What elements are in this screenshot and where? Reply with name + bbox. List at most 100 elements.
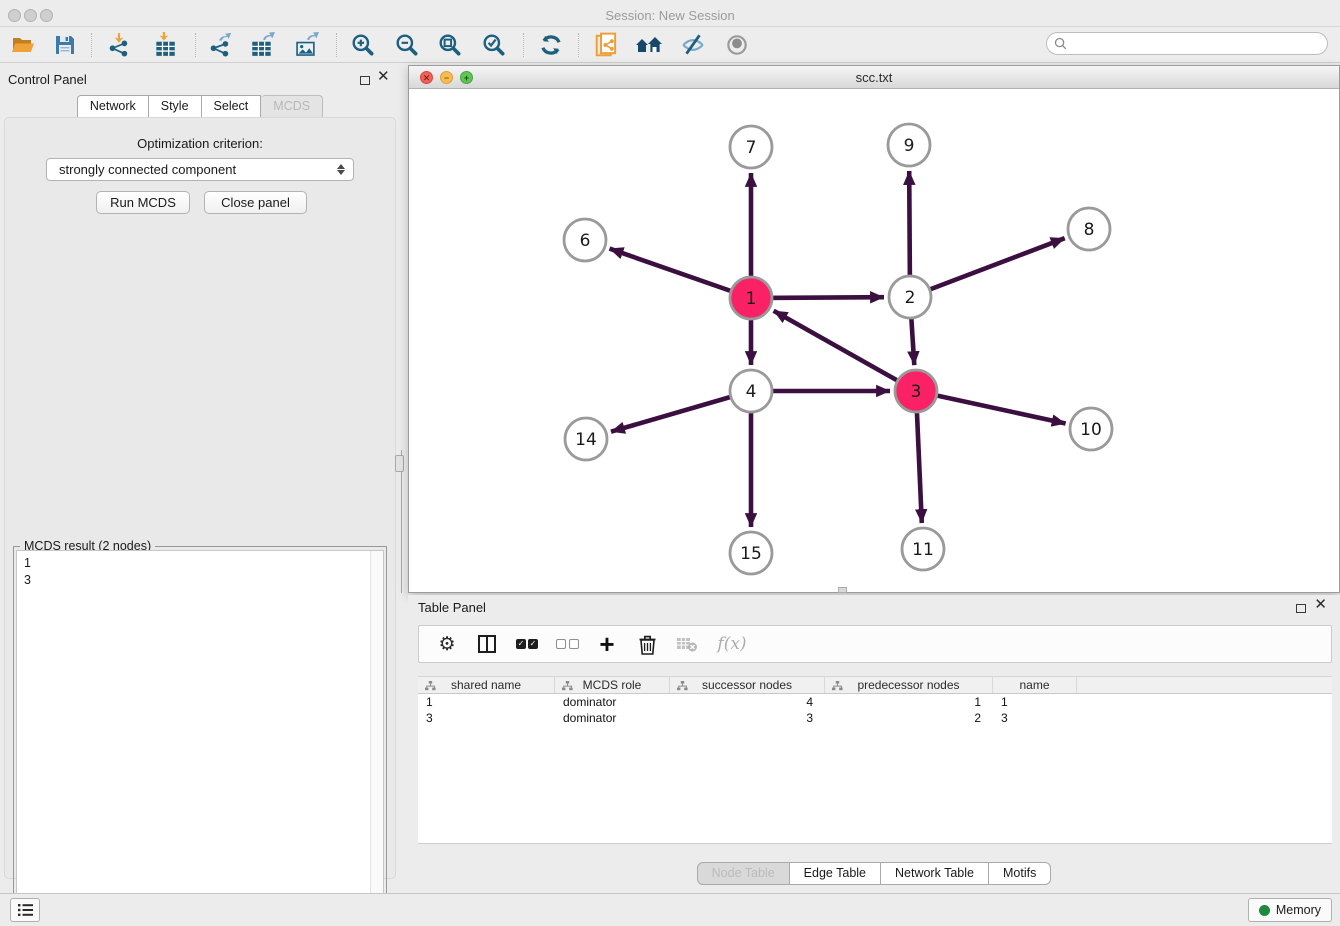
zoom-fit-button[interactable] (435, 30, 465, 60)
unchecked-checkbox-icon (569, 639, 579, 649)
search-field[interactable] (1046, 32, 1328, 55)
tab-network[interactable]: Network (77, 95, 149, 117)
tab-edge-table[interactable]: Edge Table (790, 862, 881, 885)
svg-text:11: 11 (912, 540, 934, 560)
save-session-button[interactable] (50, 30, 80, 60)
float-panel-icon[interactable] (360, 76, 370, 85)
import-network-button[interactable] (104, 30, 134, 60)
export-table-button[interactable] (247, 30, 277, 60)
tab-network-table[interactable]: Network Table (881, 862, 989, 885)
close-table-panel-icon[interactable]: ✕ (1314, 597, 1327, 612)
network-window-titlebar[interactable]: ✕ − + scc.txt (409, 66, 1339, 89)
network-window-title: scc.txt (409, 70, 1339, 85)
column-header-successor-nodes[interactable]: successor nodes (670, 677, 825, 693)
unchecked-checkbox-icon (556, 639, 566, 649)
table-row[interactable]: 3dominator323 (418, 710, 1332, 726)
network-document-icon (594, 32, 620, 58)
import-table-button[interactable] (150, 30, 180, 60)
toolbar-separator (195, 33, 196, 57)
tab-style[interactable]: Style (149, 95, 202, 117)
svg-text:8: 8 (1084, 220, 1095, 240)
network-canvas[interactable]: 7 9 6 8 1 2 4 3 14 10 15 11 (409, 89, 1339, 592)
svg-text:1: 1 (746, 289, 757, 309)
search-icon (1054, 37, 1067, 50)
graph-edge-1-6[interactable] (610, 249, 752, 298)
graph-node-6[interactable]: 6 (564, 219, 606, 261)
zoom-out-button[interactable] (392, 30, 422, 60)
graph-edge-3-10[interactable] (916, 391, 1066, 424)
graph-node-4[interactable]: 4 (730, 370, 772, 412)
task-history-button[interactable] (10, 898, 40, 922)
column-header-name[interactable]: name (993, 677, 1077, 693)
dropdown-stepper-icon (337, 164, 345, 175)
show-graphics-details-button[interactable] (722, 30, 752, 60)
table-cell: 4 (670, 694, 825, 710)
graph-node-2[interactable]: 2 (889, 276, 931, 318)
result-scrollbar[interactable] (370, 551, 383, 922)
tab-mcds[interactable]: MCDS (261, 95, 323, 117)
table-settings-button[interactable]: ⚙ (435, 632, 459, 656)
export-image-icon (293, 32, 319, 58)
graph-node-1[interactable]: 1 (730, 277, 772, 319)
mcds-result-area[interactable]: 13 (16, 550, 384, 923)
delete-column-button[interactable] (635, 632, 659, 656)
homes-icon (634, 33, 664, 57)
optimization-criterion-dropdown[interactable]: strongly connected component (46, 158, 354, 181)
vertical-splitter-handle[interactable] (395, 455, 404, 472)
table-row[interactable]: 1dominator411 (418, 694, 1332, 710)
export-network-button[interactable] (205, 30, 235, 60)
graph-node-9[interactable]: 9 (888, 124, 930, 166)
tab-motifs[interactable]: Motifs (989, 862, 1051, 885)
export-image-button[interactable] (291, 30, 321, 60)
column-header-shared-name[interactable]: shared name (418, 677, 555, 693)
graph-node-10[interactable]: 10 (1070, 408, 1112, 450)
show-columns-button[interactable] (475, 632, 499, 656)
close-panel-button[interactable]: Close panel (204, 191, 307, 214)
fx-icon: f(x) (717, 634, 746, 654)
float-table-panel-icon[interactable] (1296, 604, 1306, 613)
deselect-all-columns-button[interactable] (555, 632, 579, 656)
new-network-from-selection-button[interactable] (592, 30, 622, 60)
memory-button[interactable]: Memory (1248, 898, 1332, 922)
search-input[interactable] (1071, 37, 1327, 51)
graph-node-15[interactable]: 15 (730, 532, 772, 574)
graph-node-3[interactable]: 3 (895, 370, 937, 412)
export-network-icon (207, 32, 233, 58)
close-panel-icon[interactable]: ✕ (377, 69, 390, 84)
hide-graphics-details-button[interactable] (678, 30, 708, 60)
table-cell: 3 (418, 710, 555, 726)
graph-edge-2-8[interactable] (910, 238, 1065, 297)
graph-edge-3-1[interactable] (774, 311, 916, 391)
control-panel: Control Panel ✕ NetworkStyleSelectMCDS O… (0, 63, 400, 881)
refresh-icon (538, 32, 564, 58)
first-neighbors-button[interactable] (634, 30, 664, 60)
control-panel-title: Control Panel (8, 72, 87, 87)
graph-node-11[interactable]: 11 (902, 528, 944, 570)
column-header-predecessor-nodes[interactable]: predecessor nodes (825, 677, 993, 693)
open-session-button[interactable] (8, 30, 38, 60)
column-header-MCDS-role[interactable]: MCDS role (555, 677, 670, 693)
svg-text:2: 2 (905, 288, 916, 308)
graph-node-14[interactable]: 14 (565, 418, 607, 460)
optimization-criterion-label: Optimization criterion: (5, 136, 395, 151)
graph-node-7[interactable]: 7 (730, 126, 772, 168)
horizontal-splitter-handle[interactable] (838, 587, 847, 593)
graph-node-8[interactable]: 8 (1068, 208, 1110, 250)
refresh-button[interactable] (536, 30, 566, 60)
app-titlebar: Session: New Session (0, 0, 1340, 27)
zoom-selected-button[interactable] (479, 30, 509, 60)
zoom-out-icon (394, 32, 420, 58)
eye-icon (724, 32, 750, 58)
zoom-in-button[interactable] (348, 30, 378, 60)
select-all-columns-button[interactable]: ✓✓ (515, 632, 539, 656)
toolbar-separator (336, 33, 337, 57)
tab-select[interactable]: Select (202, 95, 262, 117)
svg-text:3: 3 (911, 382, 922, 402)
import-table-icon (152, 32, 178, 58)
delete-table-button[interactable] (675, 632, 699, 656)
table-cell: dominator (555, 694, 670, 710)
function-builder-button[interactable]: f(x) (715, 632, 749, 656)
run-mcds-button[interactable]: Run MCDS (96, 191, 190, 214)
create-column-button[interactable]: + (595, 632, 619, 656)
tab-node-table[interactable]: Node Table (697, 862, 790, 885)
